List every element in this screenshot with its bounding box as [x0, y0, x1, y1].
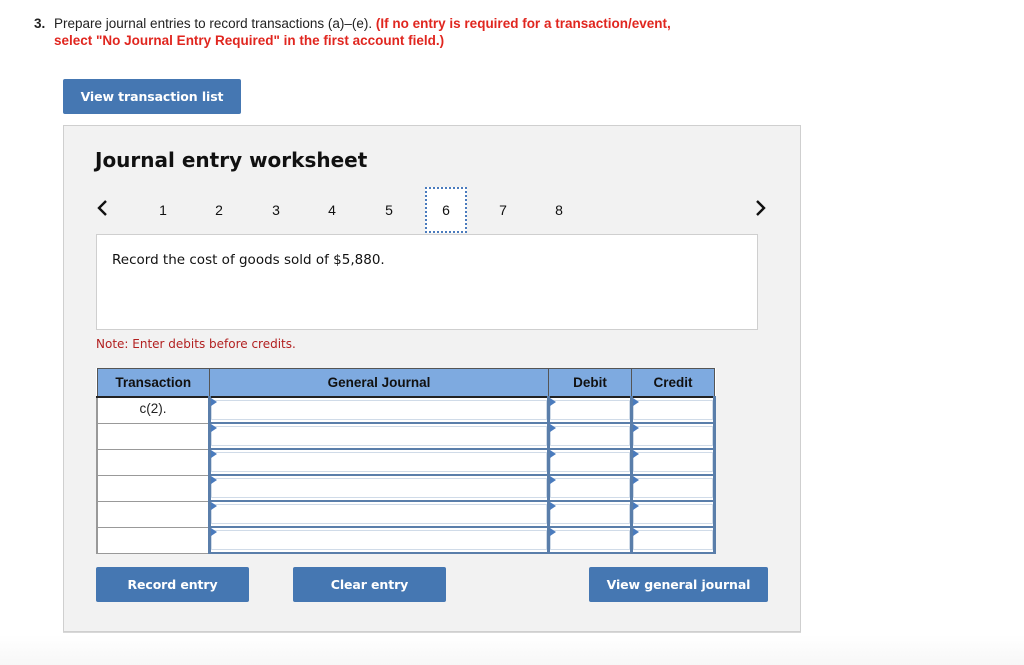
credit-input[interactable]: [633, 400, 713, 420]
journal-table: Transaction General Journal Debit Credit…: [96, 368, 716, 554]
journal-row: c(2).: [96, 396, 716, 424]
account-input[interactable]: [211, 504, 547, 524]
credit-cell: [630, 396, 716, 424]
debit-input[interactable]: [550, 530, 630, 550]
credit-input[interactable]: [633, 426, 713, 446]
transaction-cell: [96, 474, 210, 502]
debit-cell: [547, 422, 633, 450]
journal-entry-worksheet: Journal entry worksheet 1 2 3 4 5 6 7 8 …: [63, 125, 801, 632]
credit-input[interactable]: [633, 478, 713, 498]
view-transaction-list-button[interactable]: View transaction list: [63, 79, 241, 114]
tab-2[interactable]: 2: [199, 188, 239, 232]
credit-cell: [630, 500, 716, 528]
cell-marker-icon: [550, 476, 556, 484]
transaction-description-box: Record the cost of goods sold of $5,880.: [96, 234, 758, 330]
header-debit: Debit: [548, 368, 632, 398]
transaction-cell: [96, 500, 210, 528]
debit-input[interactable]: [550, 504, 630, 524]
account-cell: [208, 422, 550, 450]
cell-marker-icon: [550, 398, 556, 406]
view-general-journal-button[interactable]: View general journal: [589, 567, 768, 602]
cell-marker-icon: [633, 476, 639, 484]
cell-marker-icon: [550, 450, 556, 458]
account-input[interactable]: [211, 400, 547, 420]
question-instruction: (If no entry is required for a transacti…: [375, 16, 671, 31]
cell-marker-icon: [211, 476, 217, 484]
journal-row: [96, 422, 716, 450]
account-cell: [208, 474, 550, 502]
debit-cell: [547, 500, 633, 528]
account-cell: [208, 526, 550, 554]
debit-input[interactable]: [550, 426, 630, 446]
cell-marker-icon: [633, 450, 639, 458]
worksheet-title: Journal entry worksheet: [95, 148, 368, 172]
transaction-cell: [96, 422, 210, 450]
account-cell: [208, 500, 550, 528]
tab-8[interactable]: 8: [539, 188, 579, 232]
prev-button[interactable]: [93, 196, 113, 220]
credit-cell: [630, 448, 716, 476]
cell-marker-icon: [211, 424, 217, 432]
account-cell: [208, 448, 550, 476]
tab-1[interactable]: 1: [143, 188, 183, 232]
question-number: 3.: [34, 16, 46, 31]
journal-row: [96, 448, 716, 476]
question-text: Prepare journal entries to record transa…: [54, 16, 373, 31]
tab-3[interactable]: 3: [256, 188, 296, 232]
credit-cell: [630, 474, 716, 502]
tab-5[interactable]: 5: [369, 188, 409, 232]
cell-marker-icon: [633, 424, 639, 432]
credit-cell: [630, 422, 716, 450]
question-prompt: 3. Prepare journal entries to record tran…: [34, 15, 754, 49]
transaction-cell: [96, 526, 210, 554]
debit-cell: [547, 448, 633, 476]
debit-input[interactable]: [550, 452, 630, 472]
record-entry-button[interactable]: Record entry: [96, 567, 249, 602]
entry-note: Note: Enter debits before credits.: [96, 337, 296, 351]
credit-input[interactable]: [633, 452, 713, 472]
tab-6[interactable]: 6: [425, 187, 467, 233]
account-input[interactable]: [211, 426, 547, 446]
header-general-journal: General Journal: [209, 368, 549, 398]
cell-marker-icon: [211, 502, 217, 510]
transaction-cell: [96, 448, 210, 476]
cell-marker-icon: [633, 398, 639, 406]
account-input[interactable]: [211, 530, 547, 550]
account-input[interactable]: [211, 452, 547, 472]
debit-cell: [547, 396, 633, 424]
debit-cell: [547, 526, 633, 554]
cell-marker-icon: [211, 398, 217, 406]
next-button[interactable]: [750, 196, 770, 220]
transaction-tab-nav: 1 2 3 4 5 6 7 8: [64, 187, 800, 236]
journal-row: [96, 526, 716, 554]
journal-row: [96, 474, 716, 502]
cell-marker-icon: [550, 424, 556, 432]
debit-input[interactable]: [550, 400, 630, 420]
chevron-right-icon: [756, 200, 766, 216]
transaction-description: Record the cost of goods sold of $5,880.: [112, 252, 385, 268]
chevron-left-icon: [97, 200, 107, 216]
header-credit: Credit: [631, 368, 715, 398]
tab-4[interactable]: 4: [312, 188, 352, 232]
account-cell: [208, 396, 550, 424]
cell-marker-icon: [633, 528, 639, 536]
cell-marker-icon: [211, 450, 217, 458]
journal-row: [96, 500, 716, 528]
account-input[interactable]: [211, 478, 547, 498]
credit-input[interactable]: [633, 530, 713, 550]
debit-cell: [547, 474, 633, 502]
clear-entry-button[interactable]: Clear entry: [293, 567, 446, 602]
question-instruction-cont: select "No Journal Entry Required" in th…: [54, 33, 445, 48]
journal-table-header: Transaction General Journal Debit Credit: [96, 368, 715, 398]
debit-input[interactable]: [550, 478, 630, 498]
cell-marker-icon: [550, 502, 556, 510]
credit-cell: [630, 526, 716, 554]
tab-7[interactable]: 7: [483, 188, 523, 232]
cell-marker-icon: [633, 502, 639, 510]
cell-marker-icon: [550, 528, 556, 536]
credit-input[interactable]: [633, 504, 713, 524]
cell-marker-icon: [211, 528, 217, 536]
transaction-cell: c(2).: [96, 396, 210, 424]
header-transaction: Transaction: [96, 368, 210, 398]
